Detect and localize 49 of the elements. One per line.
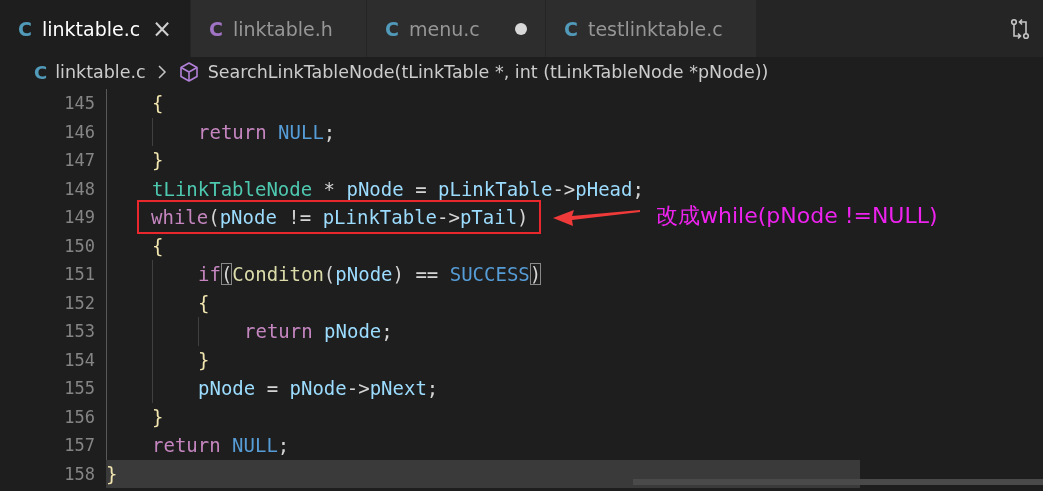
tab-label: testlinktable.c <box>587 17 723 40</box>
code-line: { <box>152 92 164 115</box>
chevron-icon <box>155 64 168 80</box>
code-line: while(pNode != pLinkTable->pTail) <box>151 206 529 229</box>
c-file-icon: C <box>18 17 32 40</box>
line-number: 151 <box>63 264 95 285</box>
line-number: 154 <box>63 349 95 370</box>
cube-icon <box>177 61 200 83</box>
line-number: 152 <box>63 292 95 313</box>
line-number: 155 <box>63 378 95 399</box>
editor-tab[interactable]: C testlinktable.c <box>546 0 757 57</box>
c-file-icon: C <box>209 17 223 40</box>
line-number: 145 <box>63 93 95 114</box>
tab-label: linktable.h <box>232 17 333 40</box>
line-number: 150 <box>63 235 95 256</box>
code-line: } <box>152 405 164 428</box>
code-line: } <box>152 149 164 172</box>
breadcrumb-file[interactable]: linktable.c <box>55 62 146 82</box>
editor-tab[interactable]: C menu.c <box>367 0 546 57</box>
code-line: return NULL; <box>198 120 336 143</box>
line-number: 147 <box>63 150 95 171</box>
code-line: { <box>198 291 210 314</box>
annotation-text: 改成while(pNode !=NULL) <box>656 202 938 230</box>
tab-label: linktable.c <box>41 17 141 40</box>
line-number: 158 <box>63 463 95 484</box>
code-line: tLinkTableNode * pNode = pLinkTable->pHead; <box>152 177 644 200</box>
code-line: return NULL; <box>152 434 290 457</box>
line-number: 149 <box>63 207 95 228</box>
close-icon[interactable]: × <box>151 16 172 41</box>
code-line: if(Conditon(pNode) == SUCCESS) <box>198 263 542 286</box>
code-line: { <box>152 234 164 257</box>
code-line: } <box>106 462 118 485</box>
line-number: 156 <box>63 406 95 427</box>
code-line: pNode = pNode->pNext; <box>198 377 439 400</box>
line-number: 148 <box>63 178 95 199</box>
editor-tab[interactable]: C linktable.c × <box>0 0 191 57</box>
c-file-icon: C <box>34 61 48 83</box>
breadcrumb-symbol[interactable]: SearchLinkTableNode(tLinkTable *, int (tLinkTableNode *pNode)) <box>207 62 769 82</box>
line-number: 146 <box>63 121 95 142</box>
compare-changes-icon[interactable] <box>1009 17 1031 40</box>
editor-tab[interactable]: C linktable.h <box>191 0 367 57</box>
c-file-icon: C <box>385 17 399 40</box>
line-number: 157 <box>63 435 95 456</box>
tab-label: menu.c <box>408 17 480 40</box>
line-number: 153 <box>63 321 95 342</box>
c-file-icon: C <box>564 17 578 40</box>
code-line: return pNode; <box>244 320 393 343</box>
scrollbar[interactable] <box>633 479 1043 485</box>
code-line: } <box>198 348 210 371</box>
